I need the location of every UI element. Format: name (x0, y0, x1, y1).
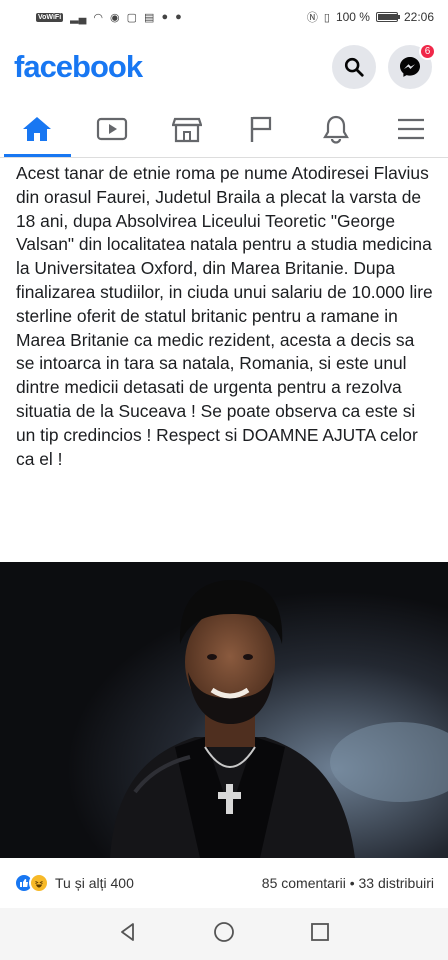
back-icon (120, 922, 134, 941)
watch-icon (96, 117, 128, 140)
menu-icon (397, 118, 424, 139)
reactions-label: Tu și alți 400 (55, 875, 134, 891)
vowifi-badge: VoWiFi (36, 12, 64, 22)
header-buttons: 6 (332, 43, 436, 89)
reactions-bar: Tu și alți 400 85 comentarii • 33 distri… (0, 858, 448, 908)
tab-home[interactable] (0, 100, 75, 157)
recents-square-icon (311, 922, 330, 941)
back-button[interactable] (118, 922, 138, 947)
shares-count[interactable]: 33 distribuiri (359, 875, 434, 891)
reactions-summary[interactable]: Tu și alți 400 (14, 873, 134, 893)
facebook-notif-icon: ● (175, 11, 182, 23)
status-bar: VoWiFi ▂▄ ◠ ◉ ▢ ▤ ● ● Ⓝ ▯ 100 % 22:06 (0, 0, 448, 34)
pages-flag-icon (251, 116, 272, 142)
app-header: facebook 6 (0, 34, 448, 100)
vibrate-icon: ▯ (323, 11, 330, 24)
search-icon (344, 57, 364, 77)
system-nav-bar (0, 908, 448, 960)
battery-percent: 100 % (335, 10, 370, 24)
haha-reaction-icon (29, 873, 49, 893)
messenger-notif-icon: ● (161, 11, 169, 23)
marketplace-icon (171, 117, 202, 142)
tab-watch[interactable] (75, 100, 150, 157)
signal-icon: ▂▄ (70, 11, 87, 24)
counts-separator: • (349, 875, 355, 891)
instagram-icon: ▢ (126, 11, 138, 24)
post-photo-image (0, 562, 448, 858)
notifications-bell-icon (323, 115, 349, 144)
search-button[interactable] (332, 45, 376, 89)
messenger-button[interactable]: 6 (388, 43, 436, 89)
post-photo[interactable] (0, 562, 448, 858)
eye-icon: ◉ (110, 11, 120, 24)
tab-bar (0, 100, 448, 158)
message-icon: ▤ (144, 11, 155, 24)
reaction-icons (14, 873, 49, 893)
messenger-badge: 6 (419, 43, 436, 60)
messenger-icon (400, 57, 420, 77)
tab-menu[interactable] (373, 100, 448, 157)
wifi-icon: ◠ (93, 11, 104, 24)
post-text: Acest tanar de etnie roma pe nume Atodir… (16, 163, 433, 469)
status-right: Ⓝ ▯ 100 % 22:06 (307, 9, 434, 25)
status-left: VoWiFi ▂▄ ◠ ◉ ▢ ▤ ● ● (36, 11, 182, 24)
clock: 22:06 (403, 10, 434, 24)
tab-notifications[interactable] (299, 100, 374, 157)
facebook-logo[interactable]: facebook (14, 49, 143, 85)
home-circle-icon (214, 921, 234, 942)
tab-pages[interactable] (224, 100, 299, 157)
engagement-counts: 85 comentarii • 33 distribuiri (262, 875, 434, 891)
home-icon (23, 116, 52, 141)
battery-icon (375, 12, 400, 22)
nfc-icon: Ⓝ (306, 12, 318, 24)
home-system-button[interactable] (213, 921, 235, 948)
comments-count[interactable]: 85 comentarii (262, 875, 346, 891)
recents-button[interactable] (310, 922, 330, 947)
tab-marketplace[interactable] (149, 100, 224, 157)
